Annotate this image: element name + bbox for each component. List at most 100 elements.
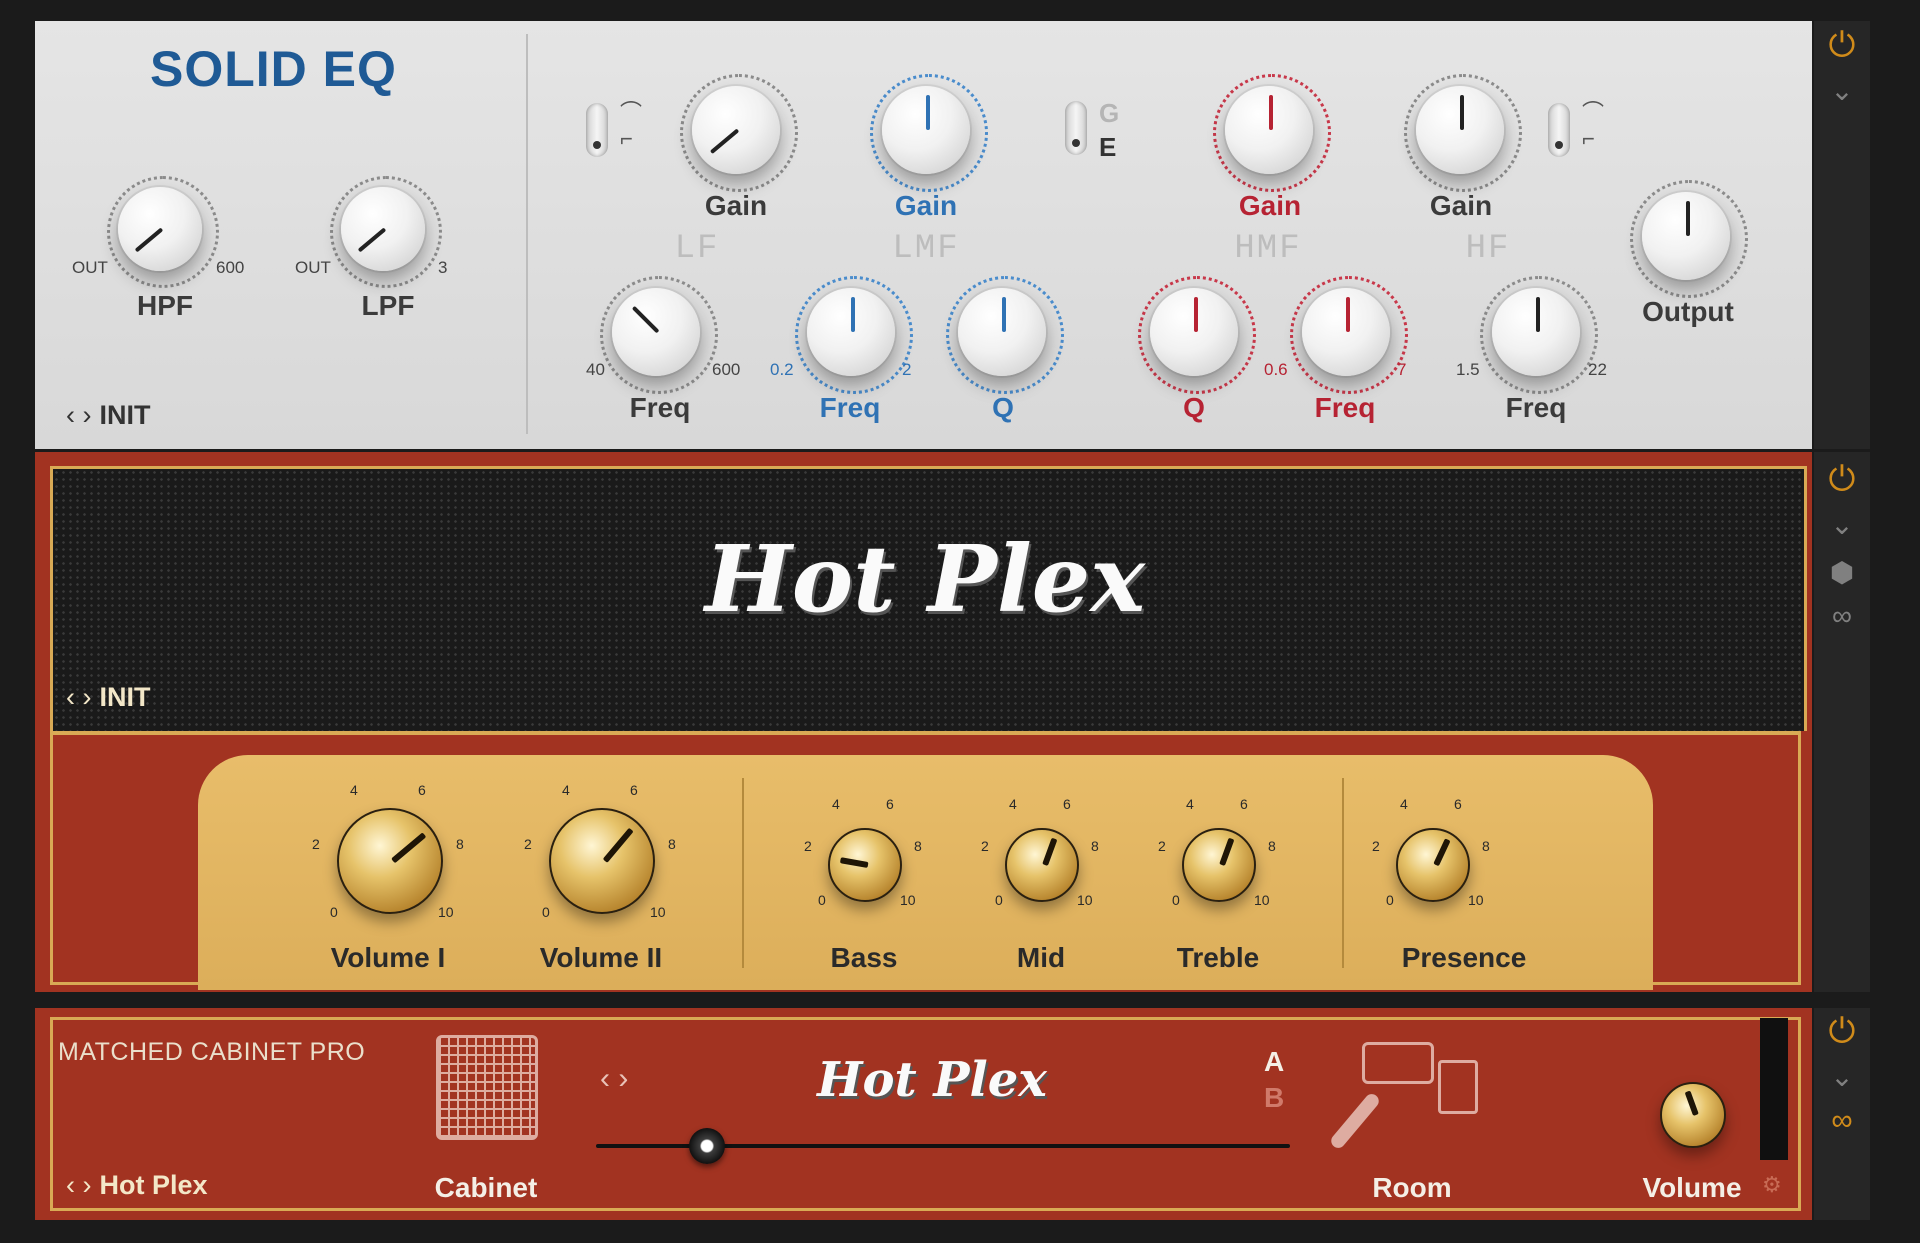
tick-0: 0 (995, 892, 1003, 908)
tick-2: 2 (1372, 838, 1380, 854)
lmf-freq-max: 2 (902, 360, 912, 379)
ge-switch-g: G (1099, 98, 1120, 128)
tick-4: 4 (1186, 796, 1194, 812)
hmf-freq-knob[interactable] (1302, 288, 1390, 376)
room-speaker-icon (1438, 1060, 1478, 1114)
band-lmf: LMF (892, 230, 960, 268)
solid-eq-title: SOLID EQ (150, 41, 397, 97)
cabinet-preset-nav[interactable]: ‹ › Hot Plex (66, 1170, 208, 1201)
presence-knob[interactable] (1396, 828, 1470, 902)
cabinet-preset-name: Hot Plex (99, 1170, 208, 1200)
cabinet-model-logo: Hot Plex (817, 1052, 1047, 1108)
ab-select-a[interactable]: A (1264, 1046, 1284, 1078)
hf-gain-knob[interactable] (1416, 86, 1504, 174)
tick-4: 4 (1400, 796, 1408, 812)
treble-label: Treble (1176, 942, 1260, 973)
mic-position-handle[interactable] (689, 1128, 726, 1164)
lmf-q-label: Q (992, 392, 1014, 423)
lpf-knob[interactable] (341, 187, 425, 271)
band-hf: HF (1465, 230, 1511, 268)
hpf-knob[interactable] (118, 187, 202, 271)
tick-0: 0 (542, 904, 550, 920)
lf-freq-knob[interactable] (612, 288, 700, 376)
tick-4: 4 (350, 782, 358, 798)
hpf-label: HPF (137, 290, 193, 321)
lmf-gain-knob[interactable] (882, 86, 970, 174)
lf-gain-knob[interactable] (692, 86, 780, 174)
amp-preset-nav[interactable]: ‹ › INIT (66, 682, 150, 713)
hmf-freq-max: 7 (1397, 360, 1407, 379)
amp-logo: Hot Plex (704, 525, 1146, 633)
tick-8: 8 (456, 836, 464, 852)
tick-8: 8 (914, 838, 922, 854)
tick-2: 2 (804, 838, 812, 854)
mid-knob[interactable] (1005, 828, 1079, 902)
lf-freq-min: 40 (586, 360, 605, 379)
lf-shape-toggle[interactable] (586, 103, 608, 157)
gear-icon[interactable]: ⚙ (1762, 1172, 1782, 1198)
tick-10: 10 (1077, 892, 1093, 908)
tick-10: 10 (650, 904, 666, 920)
lpf-min: OUT (295, 258, 331, 277)
ge-switch[interactable] (1065, 101, 1087, 155)
preset-icon[interactable]: ⬢ (1814, 556, 1870, 589)
tick-6: 6 (886, 796, 894, 812)
lf-shape-icon: ⌒ ⌐ (620, 100, 643, 151)
output-label: Output (1642, 296, 1734, 327)
hmf-gain-knob[interactable] (1225, 86, 1313, 174)
tick-6: 6 (1454, 796, 1462, 812)
room-label: Room (1372, 1172, 1452, 1203)
stereo-link-icon[interactable]: ∞ (1814, 1104, 1870, 1138)
tick-8: 8 (1091, 838, 1099, 854)
eq-preset-nav[interactable]: ‹ › INIT (66, 400, 150, 431)
power-icon[interactable]: ⏻ (1814, 26, 1870, 65)
output-knob[interactable] (1642, 192, 1730, 280)
chevron-left-right-icon[interactable]: ‹ › (66, 1170, 91, 1200)
lf-gain-label: Gain (704, 190, 768, 221)
treble-knob[interactable] (1182, 828, 1256, 902)
collapse-icon[interactable]: ⌄ (1814, 1060, 1870, 1093)
lmf-q-knob[interactable] (958, 288, 1046, 376)
tick-0: 0 (330, 904, 338, 920)
tick-8: 8 (1268, 838, 1276, 854)
room-icon[interactable] (1362, 1042, 1434, 1084)
eq-divider (526, 34, 528, 434)
hmf-freq-label: Freq (1314, 392, 1376, 423)
hf-shape-toggle[interactable] (1548, 103, 1570, 157)
stereo-link-icon[interactable]: ∞ (1814, 600, 1870, 632)
chevron-left-right-icon[interactable]: ‹ › (600, 1062, 628, 1096)
ab-select-b[interactable]: B (1264, 1082, 1284, 1114)
band-lf: LF (674, 230, 720, 268)
lmf-freq-knob[interactable] (807, 288, 895, 376)
tick-0: 0 (818, 892, 826, 908)
hf-freq-min: 1.5 (1456, 360, 1480, 379)
tick-8: 8 (1482, 838, 1490, 854)
tick-10: 10 (1468, 892, 1484, 908)
cabinet-volume-knob[interactable] (1660, 1082, 1726, 1148)
volume2-label: Volume II (539, 942, 663, 973)
lmf-freq-label: Freq (819, 392, 881, 423)
collapse-icon[interactable]: ⌄ (1814, 508, 1870, 541)
cabinet-icon[interactable] (436, 1035, 538, 1140)
tick-10: 10 (1254, 892, 1270, 908)
cabinet-output-meter (1760, 1018, 1788, 1160)
tick-6: 6 (1240, 796, 1248, 812)
collapse-icon[interactable]: ⌄ (1814, 74, 1870, 107)
hf-shape-icon: ⌒ ⌐ (1582, 100, 1605, 151)
bass-knob[interactable] (828, 828, 902, 902)
volume1-label: Volume I (330, 942, 446, 973)
hf-freq-label: Freq (1505, 392, 1567, 423)
power-icon[interactable]: ⏻ (1814, 460, 1870, 499)
volume1-knob[interactable] (337, 808, 443, 914)
power-icon[interactable]: ⏻ (1814, 1012, 1870, 1051)
lmf-freq-min: 0.2 (770, 360, 794, 379)
hf-freq-knob[interactable] (1492, 288, 1580, 376)
chevron-left-right-icon[interactable]: ‹ › (66, 682, 91, 712)
hmf-q-knob[interactable] (1150, 288, 1238, 376)
cabinet-label: Cabinet (434, 1172, 538, 1203)
chevron-left-right-icon[interactable]: ‹ › (66, 400, 91, 430)
band-hmf: HMF (1234, 230, 1302, 268)
tick-2: 2 (981, 838, 989, 854)
volume2-knob[interactable] (549, 808, 655, 914)
tick-6: 6 (1063, 796, 1071, 812)
